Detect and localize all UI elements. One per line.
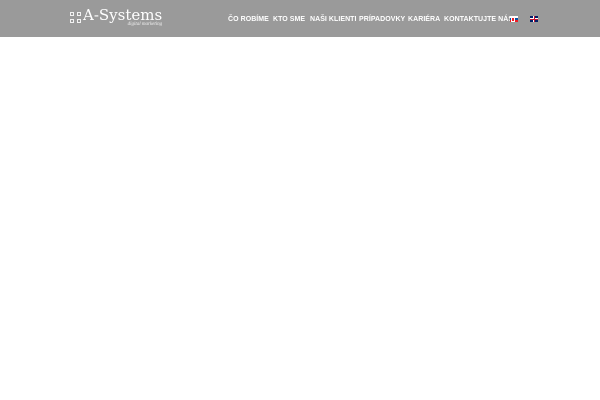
uk-flag-icon[interactable] (530, 16, 538, 22)
site-logo[interactable]: A-Systems digital marketing (70, 8, 162, 28)
nav-item-kariera[interactable]: KARIÉRA (408, 15, 440, 24)
nav-item-kontaktujte-nas[interactable]: KONTAKTUJTE NÁS (444, 15, 513, 24)
nav-item-pripadovky[interactable]: PRÍPADOVKY (359, 15, 405, 24)
nav-item-co-robime[interactable]: ČO ROBÍME (228, 15, 269, 24)
site-header: A-Systems digital marketing ČO ROBÍME KT… (0, 0, 600, 37)
logo-wordmark: A-Systems digital marketing (83, 8, 162, 28)
nav-item-nasi-klienti[interactable]: NAŠI KLIENTI (310, 15, 357, 24)
grid-squares-logo-icon (70, 12, 81, 23)
page-content-area (0, 37, 600, 400)
nav-item-kto-sme[interactable]: KTO SME (273, 15, 305, 24)
slovakia-flag-icon[interactable] (510, 16, 518, 22)
logo-tagline: digital marketing (127, 22, 163, 27)
